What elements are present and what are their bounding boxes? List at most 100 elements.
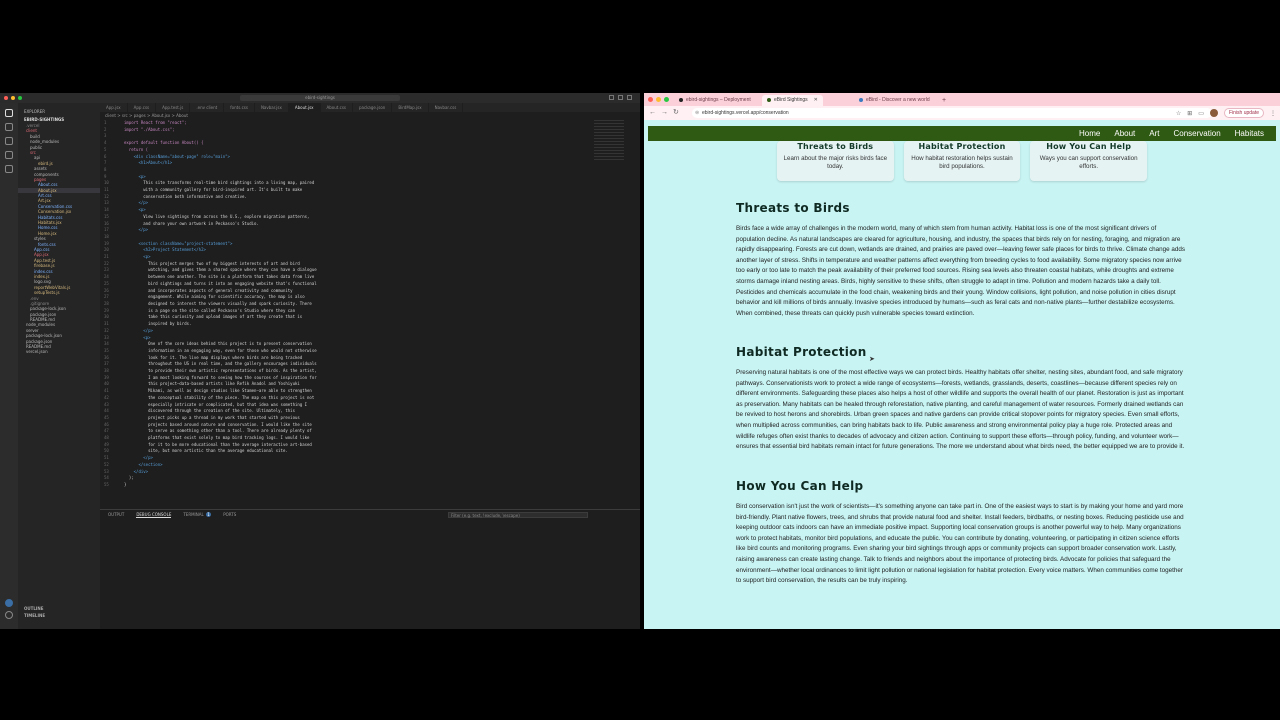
browser-tab-ebird-discover[interactable]: eBird - Discover a new world [854,95,935,106]
code-line[interactable]: for it to be more educational than the a… [124,442,317,449]
code-line[interactable]: throughout the US in real time, and the … [124,361,317,368]
browser-tab-deployment[interactable]: ebird-sightings – Deployment [674,95,756,106]
layout-controls[interactable] [609,95,632,100]
code-line[interactable]: import React from "react"; [124,120,317,127]
site-info-icon[interactable]: ⊜ [695,108,699,118]
code-line[interactable]: This site transforms real-time bird sigh… [124,180,317,187]
code-line[interactable]: look for it. The live map displays where… [124,355,317,362]
panel-tab-debug-console[interactable]: DEBUG CONSOLE [136,512,172,518]
code-line[interactable]: <p> [124,254,317,261]
code-line[interactable]: <p> [124,207,317,214]
code-line[interactable]: </section> [124,462,317,469]
run-debug-icon[interactable] [5,151,13,159]
code-line[interactable]: </p> [124,200,317,207]
code-line[interactable]: and incorporates aspects of general crea… [124,288,317,295]
code-line[interactable]: take this curiosity and upload images of… [124,314,317,321]
toggle-secondary-sidebar-icon[interactable] [627,95,632,100]
editor-tab[interactable]: .env client [190,103,225,112]
code-line[interactable]: One of the core ideas behind this projec… [124,341,317,348]
code-line[interactable]: information in an engaging way, even for… [124,348,317,355]
nav-link-about[interactable]: About [1114,126,1135,141]
editor-tab[interactable]: About.css [321,103,353,112]
console-filter-input[interactable]: Filter (e.g. text, !exclude, \escape) [448,512,588,518]
code-line[interactable] [124,167,317,174]
profile-avatar[interactable] [1209,109,1218,117]
editor-tab[interactable]: BirdMap.jsx [392,103,429,112]
code-line[interactable]: View live sightings from across the U.S.… [124,214,317,221]
code-line[interactable]: Mikami, as well as design studios like S… [124,388,317,395]
code-line[interactable]: } [124,482,317,489]
code-line[interactable] [124,133,317,140]
code-content[interactable]: import React from "react"; import "./Abou… [124,120,317,489]
code-line[interactable]: to provide their own artistic representa… [124,368,317,375]
editor-tab[interactable]: App.css [128,103,157,112]
editor-tab[interactable]: Navbar.css [429,103,464,112]
code-line[interactable]: </p> [124,328,317,335]
nav-link-habitats[interactable]: Habitats [1235,126,1264,141]
code-line[interactable]: site, but more artistic than the average… [124,448,317,455]
extensions-puzzle-icon[interactable]: ⊞ [1187,110,1192,117]
editor-tab[interactable]: About.jsx [288,103,321,112]
code-editor[interactable]: 1 2 3 4 5 6 7 8 9 10 11 12 13 14 15 16 17 18 19 20 21 22 23 24 2… [100,118,640,503]
code-line[interactable]: </p> [124,227,317,234]
minimize-window-button[interactable] [11,96,15,100]
file-tree-item[interactable]: vercel.json [18,349,100,354]
code-line[interactable]: return ( [124,147,317,154]
code-line[interactable] [124,234,317,241]
panel-tab-terminal[interactable]: TERMINAL 1 [183,512,212,518]
editor-tab[interactable]: App.test.js [156,103,191,112]
card-threats[interactable]: Threats to Birds Learn about the major r… [777,141,894,181]
close-window-button[interactable] [4,96,8,100]
account-icon[interactable] [5,599,13,607]
nav-link-art[interactable]: Art [1149,126,1159,141]
code-line[interactable]: <div className="about-page" role="main"> [124,154,317,161]
nav-link-home[interactable]: Home [1079,126,1100,141]
code-line[interactable]: </div> [124,469,317,476]
editor-tab[interactable]: Navbar.jsx [255,103,289,112]
timeline-label[interactable]: TIMELINE [24,612,45,619]
outline-label[interactable]: OUTLINE [24,605,45,612]
code-line[interactable]: engagement. While aiming for scientific … [124,294,317,301]
browser-tab-ebird-sightings[interactable]: eBird Sightings ✕ [762,95,823,106]
code-line[interactable]: watching, and gives them a shared space … [124,267,317,274]
panel-tab-ports[interactable]: PORTS [223,512,236,518]
settings-gear-icon[interactable] [5,611,13,619]
code-line[interactable]: This project merges two of my biggest in… [124,261,317,268]
code-line[interactable]: is a page on the site called Peckasso's … [124,308,317,315]
code-line[interactable]: bird sightings and turns it into an enga… [124,281,317,288]
project-folder[interactable]: EBIRD-SIGHTINGS [18,117,100,122]
code-line[interactable]: discovered through the creation of the s… [124,408,317,415]
editor-tab[interactable]: fonts.css [224,103,255,112]
browser-window-controls[interactable] [648,97,669,102]
browser-close-button[interactable] [648,97,653,102]
code-line[interactable]: between one another. The site is a platf… [124,274,317,281]
bookmark-star-icon[interactable]: ☆ [1176,110,1181,117]
panel-tab-output[interactable]: OUTPUT [108,512,124,518]
nav-link-conservation[interactable]: Conservation [1174,126,1221,141]
new-tab-icon[interactable]: + [942,95,946,106]
browser-maximize-button[interactable] [664,97,669,102]
minimap[interactable] [594,120,624,160]
code-line[interactable]: export default function About() { [124,140,317,147]
reload-icon[interactable]: ↻ [673,109,684,116]
address-bar[interactable]: ⊜ ebird-sightings.vercel.app/conservatio… [692,108,1212,118]
editor-tab[interactable]: App.jsx [100,103,128,112]
code-line[interactable]: projects based around nature and conserv… [124,422,317,429]
code-line[interactable]: this project—data-based artists like Ref… [124,381,317,388]
code-line[interactable]: </p> [124,455,317,462]
browser-menu-icon[interactable]: ⋮ [1270,110,1276,117]
code-line[interactable]: import "./About.css"; [124,127,317,134]
code-line[interactable]: especially intricate or complicated, but… [124,402,317,409]
code-line[interactable]: <p> [124,335,317,342]
editor-tab[interactable]: package.json [353,103,393,112]
code-line[interactable]: <p> [124,174,317,181]
code-line[interactable]: to serve as something other than a tool.… [124,428,317,435]
code-line[interactable]: platforms that exist solely to map bird … [124,435,317,442]
code-line[interactable]: <h1>About</h1> [124,160,317,167]
code-line[interactable]: with a community gallery for bird-inspir… [124,187,317,194]
extensions-icon[interactable] [5,165,13,173]
command-center-search[interactable]: ebird-sightings [240,95,400,101]
explorer-icon[interactable] [5,109,13,117]
code-line[interactable]: <h2>Project Statement</h2> [124,247,317,254]
toggle-panel-icon[interactable] [618,95,623,100]
